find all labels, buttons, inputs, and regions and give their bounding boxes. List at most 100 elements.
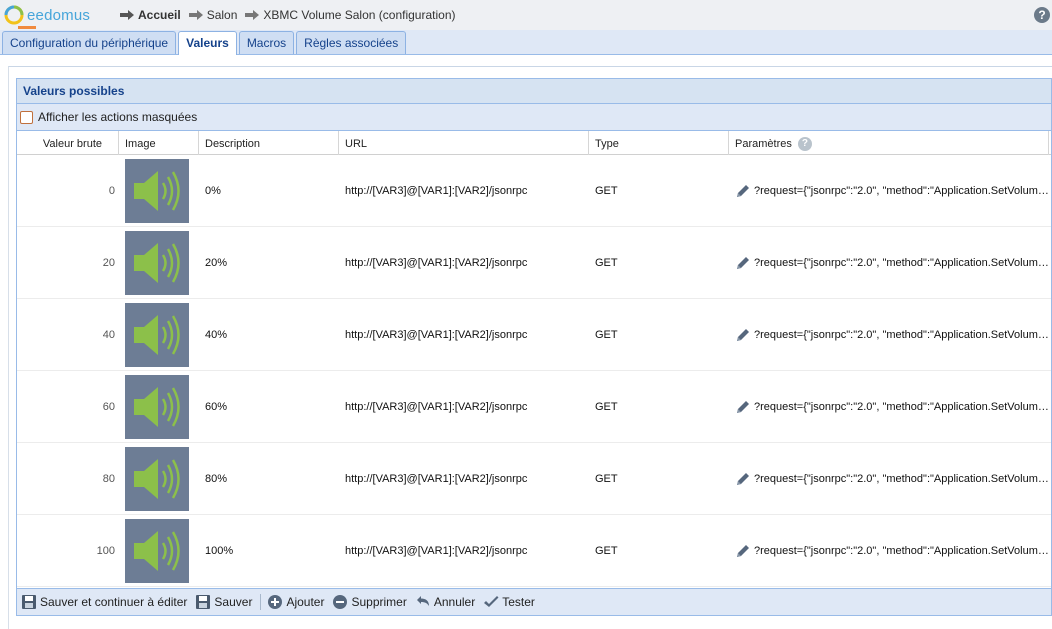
pencil-icon[interactable] [735, 543, 751, 559]
column-header-description[interactable]: Description [199, 131, 339, 155]
params-cell: ?request={"jsonrpc":"2.0", "method":"App… [729, 515, 1049, 587]
floppy-disk-icon [196, 595, 211, 609]
cancel-button[interactable]: Annuler [415, 594, 475, 610]
column-header-type[interactable]: Type [589, 131, 729, 155]
image-cell[interactable] [119, 155, 199, 227]
test-button[interactable]: Tester [483, 594, 535, 610]
pencil-icon[interactable] [735, 471, 751, 487]
save-continue-button[interactable]: Sauver et continuer à éditer [21, 594, 187, 610]
breadcrumb-home[interactable]: Accueil [138, 8, 181, 22]
plus-circle-icon [268, 595, 283, 609]
type-cell: GET [595, 257, 618, 269]
add-label: Ajouter [286, 595, 325, 609]
delete-button[interactable]: Supprimer [332, 594, 407, 610]
table-row[interactable]: 80 80% http://[VAR3]@[VAR1]:[VAR2]/jsonr… [17, 443, 1051, 515]
column-header-params[interactable]: Paramètres ? [729, 131, 1049, 155]
speaker-volume-icon [134, 459, 180, 499]
table-row[interactable]: 100 100% http://[VAR3]@[VAR1]:[VAR2]/jso… [17, 515, 1051, 587]
show-hidden-checkbox[interactable] [20, 110, 33, 124]
value-image[interactable] [125, 159, 189, 223]
value-image[interactable] [125, 231, 189, 295]
arrow-right-icon [245, 10, 260, 20]
minus-circle-icon [333, 595, 348, 609]
speaker-volume-icon [134, 171, 180, 211]
save-button[interactable]: Sauver [195, 594, 252, 610]
image-cell[interactable] [119, 371, 199, 443]
params-text: ?request={"jsonrpc":"2.0", "method":"App… [754, 473, 1049, 485]
table-body: 0 0% http://[VAR3]@[VAR1]:[VAR2]/jsonrpc… [17, 155, 1051, 587]
type-cell: GET [595, 185, 618, 197]
image-cell[interactable] [119, 515, 199, 587]
tab-regles[interactable]: Règles associées [296, 31, 407, 54]
value-image[interactable] [125, 303, 189, 367]
url-cell: http://[VAR3]@[VAR1]:[VAR2]/jsonrpc [345, 329, 528, 341]
params-cell: ?request={"jsonrpc":"2.0", "method":"App… [729, 443, 1049, 515]
column-header-params-label: Paramètres [735, 138, 792, 150]
type-cell: GET [595, 329, 618, 341]
pencil-icon[interactable] [735, 255, 751, 271]
raw-value-cell: 60 [102, 401, 115, 413]
table-row[interactable]: 40 40% http://[VAR3]@[VAR1]:[VAR2]/jsonr… [17, 299, 1051, 371]
logo-underline [18, 26, 36, 29]
description-cell: 60% [205, 401, 228, 413]
speaker-volume-icon [134, 387, 180, 427]
filter-bar: Afficher les actions masquées [17, 104, 1051, 131]
show-hidden-label[interactable]: Afficher les actions masquées [38, 110, 197, 124]
breadcrumb-room[interactable]: Salon [207, 8, 238, 22]
value-image[interactable] [125, 519, 189, 583]
column-header-url[interactable]: URL [339, 131, 589, 155]
toolbar-separator [260, 594, 262, 610]
checkmark-icon [484, 596, 499, 607]
help-icon[interactable]: ? [1034, 7, 1050, 23]
url-cell: http://[VAR3]@[VAR1]:[VAR2]/jsonrpc [345, 545, 528, 557]
tab-configuration[interactable]: Configuration du périphérique [2, 31, 177, 54]
description-cell: 0% [205, 185, 221, 197]
description-cell: 40% [205, 329, 228, 341]
params-text: ?request={"jsonrpc":"2.0", "method":"App… [754, 257, 1049, 269]
params-cell: ?request={"jsonrpc":"2.0", "method":"App… [729, 155, 1049, 227]
arrow-right-icon [120, 10, 134, 20]
logo[interactable]: eedomus [4, 5, 112, 25]
tab-macros[interactable]: Macros [238, 31, 295, 54]
arrow-right-icon [188, 10, 203, 20]
raw-value-cell: 40 [102, 329, 115, 341]
add-button[interactable]: Ajouter [267, 594, 324, 610]
speaker-volume-icon [134, 531, 180, 571]
help-icon[interactable]: ? [797, 137, 812, 152]
table-header: Valeur brute Image Description URL Type … [17, 131, 1051, 155]
value-image[interactable] [125, 375, 189, 439]
table-row[interactable]: 20 20% http://[VAR3]@[VAR1]:[VAR2]/jsonr… [17, 227, 1051, 299]
undo-icon [416, 596, 429, 606]
params-cell: ?request={"jsonrpc":"2.0", "method":"App… [729, 299, 1049, 371]
column-header-raw[interactable]: Valeur brute [17, 131, 119, 155]
params-cell: ?request={"jsonrpc":"2.0", "method":"App… [729, 227, 1049, 299]
raw-value-cell: 20 [102, 257, 115, 269]
pencil-icon[interactable] [735, 399, 751, 415]
table-row[interactable]: 0 0% http://[VAR3]@[VAR1]:[VAR2]/jsonrpc… [17, 155, 1051, 227]
logo-text: eedomus [27, 6, 91, 24]
url-cell: http://[VAR3]@[VAR1]:[VAR2]/jsonrpc [345, 401, 528, 413]
save-label: Sauver [214, 595, 253, 609]
tab-bar: Configuration du périphérique Valeurs Ma… [0, 30, 1052, 55]
description-cell: 20% [205, 257, 228, 269]
breadcrumb-current: XBMC Volume Salon (configuration) [263, 8, 456, 22]
pencil-icon[interactable] [735, 327, 751, 343]
value-image[interactable] [125, 447, 189, 511]
image-cell[interactable] [119, 443, 199, 515]
pencil-icon[interactable] [735, 183, 751, 199]
url-cell: http://[VAR3]@[VAR1]:[VAR2]/jsonrpc [345, 473, 528, 485]
type-cell: GET [595, 473, 618, 485]
raw-value-cell: 0 [108, 185, 115, 197]
table-row[interactable]: 60 60% http://[VAR3]@[VAR1]:[VAR2]/jsonr… [17, 371, 1051, 443]
top-header: eedomus Accueil Salon XBMC Volume Salon … [0, 0, 1052, 30]
url-cell: http://[VAR3]@[VAR1]:[VAR2]/jsonrpc [345, 257, 528, 269]
eedomus-logo-icon [4, 5, 24, 25]
image-cell[interactable] [119, 227, 199, 299]
column-header-image[interactable]: Image [119, 131, 199, 155]
speaker-volume-icon [134, 315, 180, 355]
image-cell[interactable] [119, 299, 199, 371]
breadcrumb: Accueil Salon XBMC Volume Salon (configu… [112, 0, 455, 30]
values-panel: Valeurs possibles Afficher les actions m… [16, 78, 1052, 616]
tab-valeurs[interactable]: Valeurs [178, 31, 237, 55]
url-cell: http://[VAR3]@[VAR1]:[VAR2]/jsonrpc [345, 185, 528, 197]
